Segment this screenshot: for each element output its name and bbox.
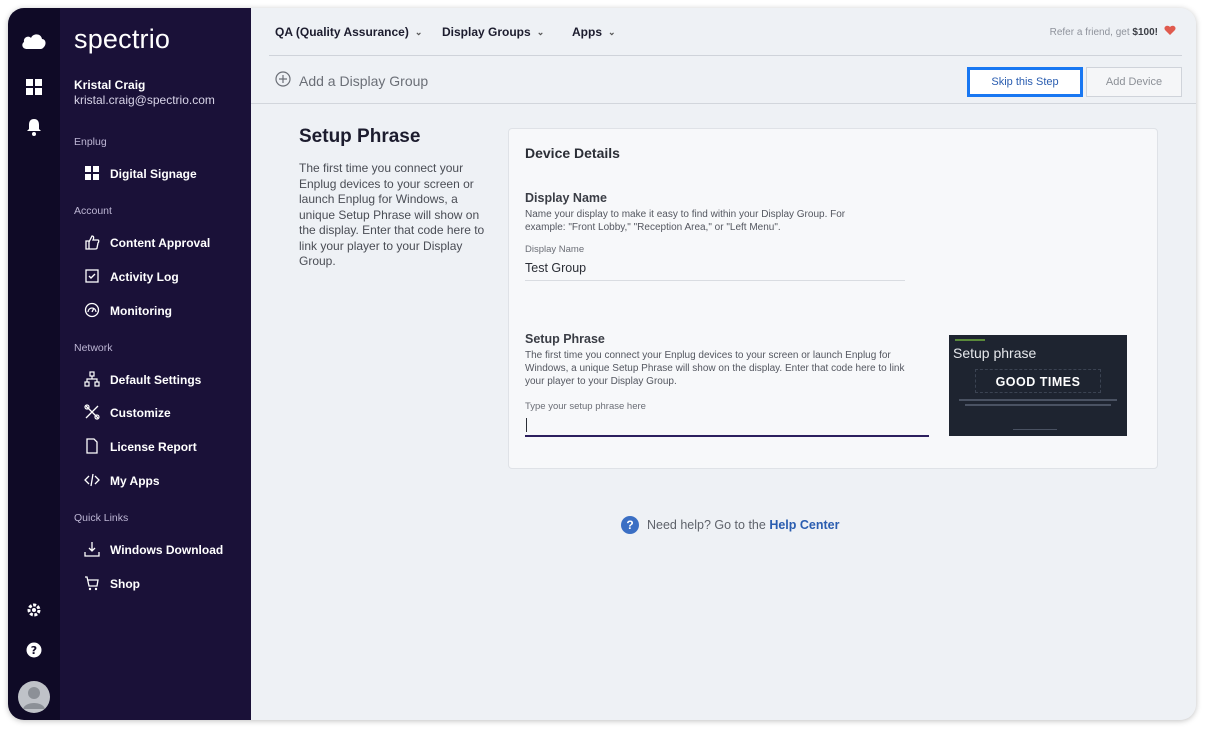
user-name: Kristal Craig — [74, 78, 146, 92]
download-icon — [84, 541, 100, 560]
sidebar-item-content-approval[interactable]: Content Approval — [84, 233, 210, 253]
sidebar-item-label: License Report — [110, 440, 197, 454]
chevron-down-icon: ⌄ — [414, 26, 423, 37]
user-email: kristal.craig@spectrio.com — [74, 93, 215, 107]
top-nav: QA (Quality Assurance) ⌄ Display Groups ⌄ … — [251, 8, 1196, 56]
setup-phrase-label: Type your setup phrase here — [525, 401, 646, 412]
sidebar-item-label: Content Approval — [110, 236, 211, 250]
preview-title: Setup phrase — [953, 345, 1037, 361]
card-title: Device Details — [525, 145, 620, 161]
sidebar-item-label: Digital Signage — [110, 167, 197, 181]
grid-icon — [84, 165, 100, 184]
tools-icon — [84, 403, 100, 423]
display-name-desc-2: example: "Front Lobby," "Reception Area,… — [525, 222, 781, 233]
app-window: ? spectrio Kristal Craig kristal.craig@s… — [8, 8, 1196, 720]
display-name-desc-1: Name your display to make it easy to fin… — [525, 209, 846, 220]
sidebar-item-shop[interactable]: Shop — [84, 574, 140, 594]
sidebar-item-label: Default Settings — [110, 373, 202, 387]
menu-display-groups[interactable]: Display Groups ⌄ — [442, 25, 544, 39]
preview-fine-text — [959, 399, 1117, 401]
sidebar: spectrio Kristal Craig kristal.craig@spe… — [60, 8, 251, 720]
help-center-link[interactable]: Help Center — [769, 518, 839, 532]
add-display-group-button[interactable]: Add a Display Group — [275, 71, 428, 90]
document-icon — [84, 437, 100, 457]
sidebar-item-my-apps[interactable]: My Apps — [84, 471, 160, 491]
chevron-down-icon: ⌄ — [608, 26, 616, 37]
setup-phrase-preview-image: Setup phrase GOOD TIMES — [949, 335, 1127, 436]
logo: spectrio — [74, 24, 171, 54]
help-center-text: Need help? Go to the Help Center — [647, 518, 840, 532]
sidebar-item-label: Windows Download — [110, 543, 224, 557]
help-panel-text: The first time you connect your Enplug d… — [299, 161, 485, 268]
gauge-icon — [84, 302, 100, 321]
sidebar-item-activity-log[interactable]: Activity Log — [84, 267, 179, 287]
sidebar-item-label: Monitoring — [110, 304, 172, 318]
display-name-title: Display Name — [525, 191, 607, 205]
help-panel-title: Setup Phrase — [299, 126, 421, 147]
preview-fine-text — [965, 404, 1111, 406]
refer-a-friend-link[interactable]: Refer a friend, get $100! — [1050, 25, 1176, 39]
bell-icon[interactable] — [8, 118, 60, 136]
preview-code: GOOD TIMES — [995, 375, 1081, 389]
text-cursor — [526, 418, 527, 432]
add-display-group-label: Add a Display Group — [299, 72, 429, 89]
setup-phrase-desc-3: your player to your Display Group. — [525, 376, 677, 387]
thumbs-up-icon — [84, 234, 100, 253]
refer-text: Refer a friend, get $100! — [1049, 26, 1158, 38]
heart-icon — [1164, 25, 1176, 39]
code-icon — [84, 472, 100, 491]
dashboard-grid-icon[interactable] — [8, 79, 60, 95]
question-circle-icon: ? — [621, 516, 639, 534]
menu-apps[interactable]: Apps ⌄ — [572, 25, 616, 39]
preview-accent-line — [955, 339, 985, 341]
help-circle-icon[interactable]: ? — [8, 642, 60, 658]
skip-this-step-button[interactable]: Skip this Step — [967, 67, 1083, 97]
preview-fine-text — [1013, 429, 1057, 430]
network-icon — [84, 370, 100, 390]
chevron-down-icon: ⌄ — [536, 26, 545, 37]
setup-phrase-title: Setup Phrase — [525, 332, 605, 346]
sidebar-item-digital-signage[interactable]: Digital Signage — [84, 164, 197, 184]
setup-phrase-desc-1: The first time you connect your Enplug d… — [525, 350, 891, 361]
icon-rail: ? — [8, 8, 60, 720]
sidebar-item-license-report[interactable]: License Report — [84, 437, 197, 457]
setup-phrase-desc-2: Windows, a unique Setup Phrase will show… — [525, 363, 905, 374]
setup-phrase-input[interactable] — [525, 415, 929, 437]
menu-label: QA (Quality Assurance) — [275, 25, 409, 39]
sidebar-item-default-settings[interactable]: Default Settings — [84, 370, 201, 390]
sidebar-item-label: My Apps — [110, 474, 160, 488]
menu-label: Display Groups — [442, 25, 531, 39]
cart-icon — [84, 575, 100, 594]
section-quick-links: Quick Links — [74, 512, 129, 524]
section-network: Network — [74, 342, 113, 354]
section-enplug: Enplug — [74, 136, 107, 148]
section-account: Account — [74, 205, 112, 217]
sidebar-item-label: Shop — [110, 577, 140, 591]
sidebar-item-monitoring[interactable]: Monitoring — [84, 301, 172, 321]
svg-text:?: ? — [31, 644, 37, 657]
main-content: QA (Quality Assurance) ⌄ Display Groups ⌄ … — [251, 8, 1196, 720]
sidebar-item-label: Customize — [110, 406, 171, 420]
sidebar-item-customize[interactable]: Customize — [84, 403, 171, 423]
sidebar-item-windows-download[interactable]: Windows Download — [84, 540, 223, 560]
settings-gear-icon[interactable] — [8, 602, 60, 618]
plus-circle-icon — [275, 71, 291, 90]
action-bar: Add a Display Group Skip this Step Add D… — [251, 56, 1196, 104]
display-name-field[interactable]: Test Group — [525, 261, 905, 281]
menu-organization[interactable]: QA (Quality Assurance) ⌄ — [275, 25, 422, 39]
device-details-card: Device Details Display Name Name your di… — [508, 128, 1158, 469]
avatar[interactable] — [8, 681, 60, 713]
display-name-label: Display Name — [525, 244, 585, 255]
cloud-icon[interactable] — [8, 32, 60, 50]
checkbox-icon — [84, 268, 100, 287]
help-center-prompt: ? Need help? Go to the Help Center — [621, 516, 839, 534]
sidebar-item-label: Activity Log — [110, 270, 179, 284]
menu-label: Apps — [572, 25, 602, 39]
add-device-button[interactable]: Add Device — [1086, 67, 1182, 97]
